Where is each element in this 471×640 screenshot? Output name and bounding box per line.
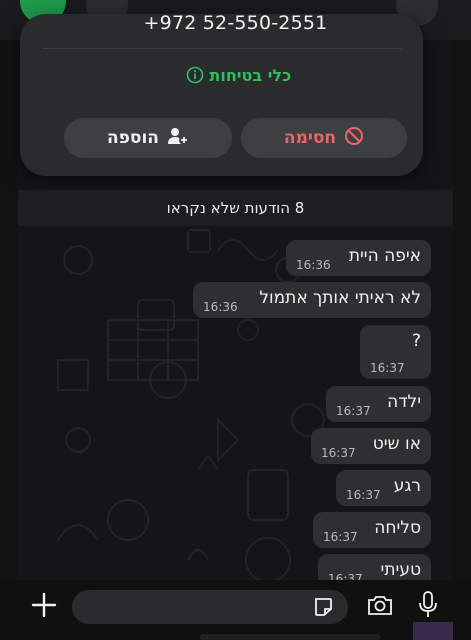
- block-icon: [344, 126, 364, 151]
- message-text: או שיט: [372, 434, 421, 454]
- message-bubble[interactable]: ? 16:37: [360, 325, 431, 379]
- message-time: 16:37: [346, 488, 381, 502]
- message-text: לא ראיתי אותך אתמול: [259, 288, 421, 308]
- info-icon: [186, 66, 204, 88]
- message-text: ?: [411, 331, 421, 351]
- unread-count-label: 8 הודעות שלא נקראו: [166, 199, 305, 217]
- message-text: איפה היית: [348, 246, 421, 266]
- message-bubble[interactable]: לא ראיתי אותך אתמול 16:36: [193, 282, 431, 318]
- microphone-icon[interactable]: [418, 590, 438, 624]
- phone-number: +972 52-550-2551: [143, 12, 328, 34]
- message-time: 16:36: [203, 300, 238, 314]
- message-time: 16:37: [321, 446, 356, 460]
- message-time: 16:37: [370, 361, 405, 375]
- unread-messages-banner: 8 הודעות שלא נקראו: [18, 190, 453, 226]
- message-text: רגע: [393, 476, 421, 496]
- message-bubble[interactable]: סליחה 16:37: [313, 512, 431, 548]
- plus-icon[interactable]: [30, 591, 58, 619]
- message-bubble[interactable]: רגע 16:37: [336, 470, 431, 506]
- message-bubble[interactable]: ילדה 16:37: [326, 386, 431, 422]
- message-time: 16:36: [296, 258, 331, 272]
- sheet-divider: [42, 48, 402, 49]
- message-text: טעיתי: [380, 560, 421, 580]
- block-label: חסימה: [283, 128, 337, 148]
- thumbnail-peek: [413, 622, 453, 640]
- message-bubble[interactable]: או שיט 16:37: [311, 428, 431, 464]
- sticker-icon[interactable]: [312, 596, 334, 622]
- block-button[interactable]: חסימה: [241, 118, 407, 158]
- add-contact-icon: [167, 126, 189, 151]
- keyboard-peek: [200, 634, 380, 640]
- add-label: הוספה: [107, 128, 159, 148]
- safety-tools-link[interactable]: כלי בטיחות: [0, 66, 471, 88]
- message-input[interactable]: [72, 590, 348, 624]
- camera-icon[interactable]: [366, 593, 394, 621]
- message-bubble[interactable]: איפה היית 16:36: [286, 240, 431, 276]
- message-time: 16:37: [336, 404, 371, 418]
- message-text: סליחה: [374, 518, 421, 538]
- message-text: ילדה: [387, 392, 421, 412]
- safety-tools-label: כלי בטיחות: [209, 66, 292, 85]
- message-time: 16:37: [323, 530, 358, 544]
- add-contact-button[interactable]: הוספה: [64, 118, 232, 158]
